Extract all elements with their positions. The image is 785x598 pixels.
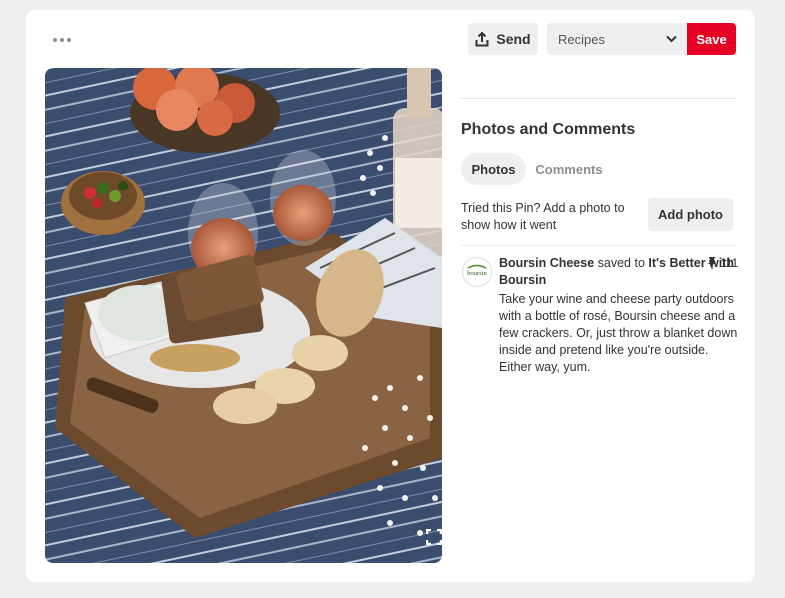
picnic-photo (45, 68, 442, 563)
board-select-value: Recipes (558, 31, 605, 47)
avatar[interactable]: boursin (462, 257, 492, 287)
tried-pin-prompt: Tried this Pin? Add a photo to show how … (461, 201, 625, 232)
section-title: Photos and Comments (461, 121, 636, 138)
board-select[interactable]: Recipes (547, 23, 687, 55)
pin-description-block: Boursin Cheese saved to It's Better with… (499, 255, 739, 376)
tab-photos[interactable]: Photos (461, 153, 526, 185)
expand-icon[interactable] (423, 526, 442, 548)
boursin-logo-icon: boursin (467, 264, 488, 277)
pin-image[interactable] (45, 68, 442, 563)
share-icon (475, 31, 489, 46)
save-button[interactable]: Save (687, 23, 736, 55)
add-photo-button[interactable]: Add photo (648, 198, 733, 231)
more-options-button[interactable] (50, 28, 74, 52)
tab-comments[interactable]: Comments (529, 153, 609, 185)
saver-line: Boursin Cheese saved to It's Better with… (499, 255, 739, 289)
pin-description: Take your wine and cheese party outdoors… (499, 292, 738, 374)
send-label: Send (496, 31, 531, 47)
saver-name[interactable]: Boursin Cheese (499, 256, 594, 270)
divider (461, 98, 736, 99)
dot (60, 38, 64, 42)
chevron-down-icon (666, 35, 677, 43)
svg-text:boursin: boursin (467, 270, 487, 277)
send-button[interactable]: Send (468, 23, 538, 55)
divider (461, 245, 736, 246)
dot (67, 38, 71, 42)
dot (53, 38, 57, 42)
pin-card: Send Recipes Save Photos and Comments Ph… (26, 10, 755, 582)
saved-to-text: saved to (597, 256, 645, 270)
